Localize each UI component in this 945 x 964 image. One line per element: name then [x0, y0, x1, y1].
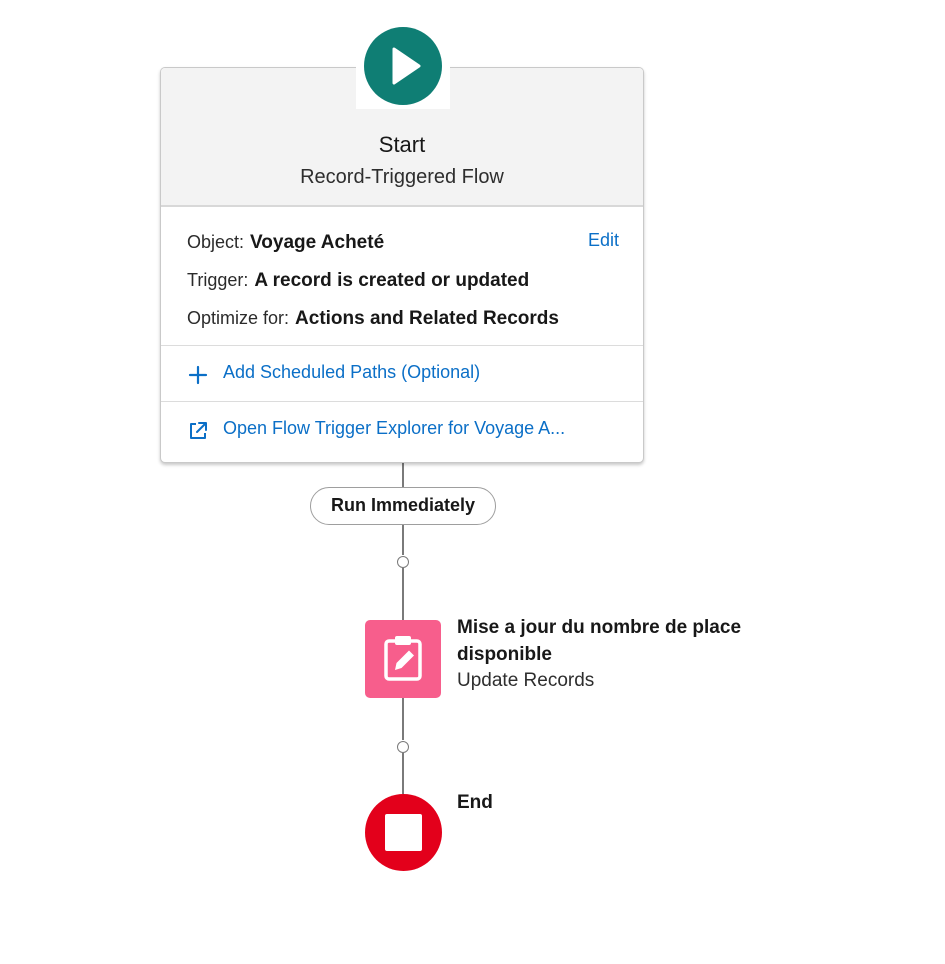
connector-line [402, 525, 404, 555]
update-records-title-line2: disponible [457, 644, 552, 665]
object-value: Voyage Acheté [250, 232, 385, 253]
trigger-row: Trigger: A record is created or updated [187, 268, 529, 293]
object-label: Object: [187, 232, 245, 252]
update-records-node[interactable] [365, 620, 441, 698]
trigger-label: Trigger: [187, 270, 249, 290]
optimize-label: Optimize for: [187, 308, 290, 328]
object-row: Object: Voyage Acheté [187, 230, 384, 255]
connector-line [402, 698, 404, 740]
trigger-value: A record is created or updated [254, 270, 530, 291]
update-records-title-line1: Mise a jour du nombre de place [457, 617, 742, 638]
add-element-connector[interactable] [397, 556, 409, 568]
start-node[interactable] [364, 27, 442, 105]
end-node[interactable] [365, 794, 442, 871]
open-flow-trigger-explorer-link[interactable]: Open Flow Trigger Explorer for Voyage A.… [161, 402, 643, 462]
external-link-icon [187, 420, 209, 442]
run-immediately-path-label[interactable]: Run Immediately [310, 487, 496, 525]
update-records-type: Update Records [457, 670, 595, 691]
clipboard-edit-icon [384, 636, 422, 681]
connector-line [402, 462, 404, 488]
edit-link[interactable]: Edit [588, 230, 619, 251]
add-element-connector[interactable] [397, 741, 409, 753]
start-subtitle: Record-Triggered Flow [300, 166, 504, 188]
connector-line [402, 568, 404, 620]
start-icon-wrap [356, 23, 450, 109]
start-details: Object: Voyage Acheté Edit Trigger: A reco… [161, 207, 643, 346]
optimize-row: Optimize for: Actions and Related Records [187, 306, 559, 331]
add-scheduled-paths-link[interactable]: Add Scheduled Paths (Optional) [161, 346, 643, 402]
end-label: End [457, 792, 493, 813]
plus-icon [187, 364, 209, 386]
open-flow-trigger-explorer-label: Open Flow Trigger Explorer for Voyage A.… [223, 418, 566, 438]
add-scheduled-paths-label: Add Scheduled Paths (Optional) [223, 362, 481, 382]
start-title: Start [378, 132, 426, 157]
start-element-card[interactable]: Start Record-Triggered Flow Object: Voyag… [160, 67, 644, 463]
play-icon [392, 47, 421, 85]
connector-line [402, 753, 404, 794]
flow-canvas: Start Record-Triggered Flow Object: Voyag… [0, 0, 945, 964]
stop-icon [385, 814, 422, 851]
optimize-value: Actions and Related Records [295, 308, 559, 329]
